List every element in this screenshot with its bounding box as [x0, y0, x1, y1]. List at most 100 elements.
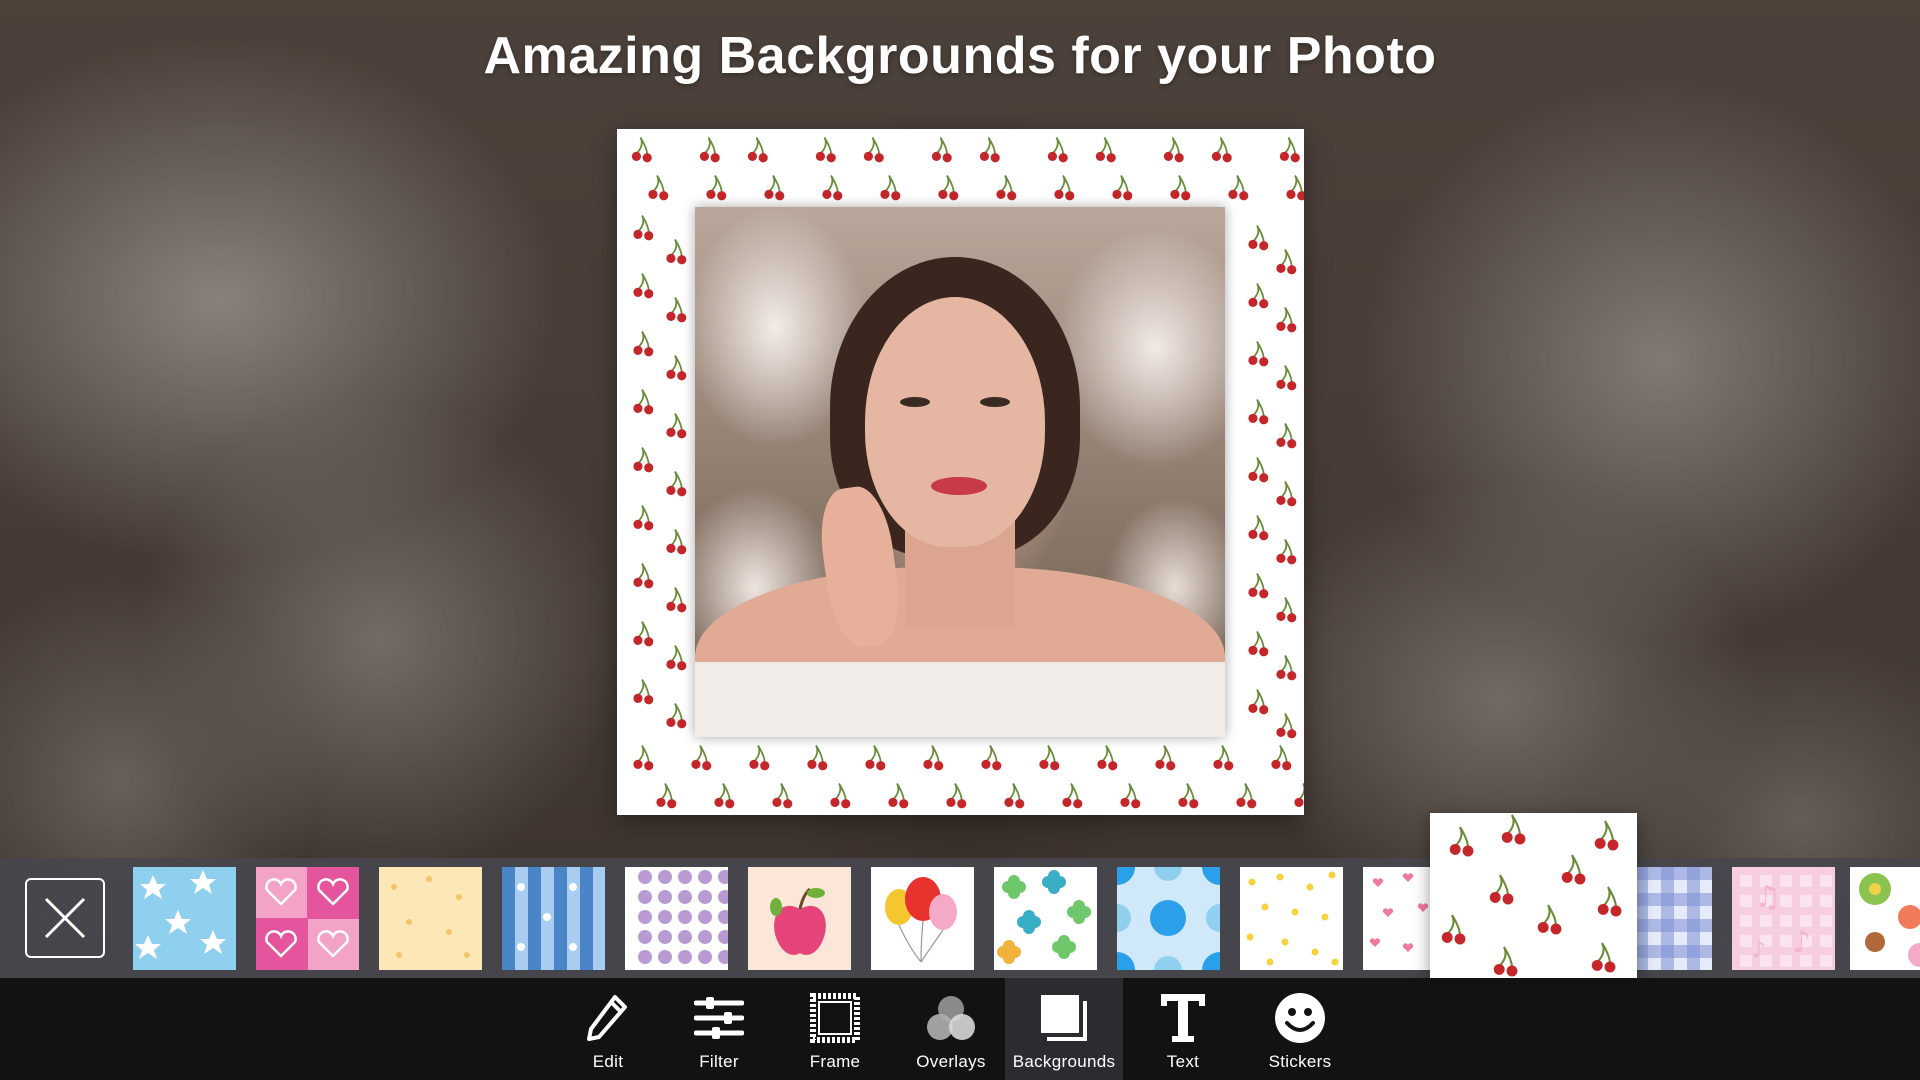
cherry-motif	[714, 783, 735, 809]
cherry-motif	[633, 447, 654, 473]
cherry-motif	[666, 239, 687, 265]
cherry-motif	[1276, 423, 1297, 449]
cherry-motif	[764, 175, 785, 201]
cherry-motif	[666, 703, 687, 729]
background-thumbnail-stars-blue[interactable]	[133, 867, 236, 970]
tool-overlays[interactable]: Overlays	[908, 978, 994, 1080]
cherry-motif	[633, 273, 654, 299]
cherry-motif	[666, 355, 687, 381]
tool-text[interactable]: Text	[1150, 978, 1216, 1080]
cherry-motif	[1276, 655, 1297, 681]
tool-filter[interactable]: Filter	[686, 978, 752, 1080]
background-thumbnail-dots-cream[interactable]	[379, 867, 482, 970]
cherry-motif	[863, 137, 884, 163]
cherry-motif	[1170, 175, 1191, 201]
cherry-motif	[631, 137, 652, 163]
background-thumbnail-buttons-floral[interactable]	[1850, 867, 1920, 970]
svg-text:♪: ♪	[1752, 938, 1766, 963]
cherry-motif	[1248, 457, 1269, 483]
tool-backgrounds[interactable]: Backgrounds	[1005, 978, 1123, 1080]
cherry-motif	[772, 783, 793, 809]
tool-frame-label: Frame	[809, 1052, 861, 1071]
cherry-motif	[1248, 515, 1269, 541]
cherry-motif	[1561, 854, 1586, 885]
cherry-motif	[633, 331, 654, 357]
portrait-photo[interactable]	[695, 207, 1225, 737]
frame-icon	[807, 990, 863, 1046]
cherry-motif	[1594, 820, 1619, 851]
tool-stickers-label: Stickers	[1268, 1052, 1332, 1071]
cherry-motif	[1276, 597, 1297, 623]
background-thumbnail-notes-pink[interactable]: ♫ ♪ ♪	[1732, 867, 1835, 970]
pencil-icon	[580, 990, 636, 1046]
tool-text-label: Text	[1166, 1052, 1200, 1071]
cherry-motif	[1163, 137, 1184, 163]
cherry-motif	[666, 645, 687, 671]
cherry-motif	[1228, 175, 1249, 201]
background-thumbnail-circles-blue[interactable]	[1117, 867, 1220, 970]
cherry-motif	[1441, 914, 1466, 945]
cherry-motif	[1248, 341, 1269, 367]
cherry-motif	[1004, 783, 1025, 809]
tool-frame[interactable]: Frame	[797, 978, 873, 1080]
background-thumbnail-stripes-blue[interactable]	[502, 867, 605, 970]
cherry-motif	[633, 563, 654, 589]
cherry-motif	[666, 471, 687, 497]
background-thumbnail-dots-yellow[interactable]	[1240, 867, 1343, 970]
photo-lips	[931, 477, 987, 495]
photo-card[interactable]	[617, 129, 1304, 815]
cherry-motif	[1062, 783, 1083, 809]
smiley-icon	[1272, 990, 1328, 1046]
sliders-icon	[691, 990, 747, 1046]
cherry-motif	[1489, 874, 1514, 905]
cherry-motif	[1276, 713, 1297, 739]
cherry-motif	[830, 783, 851, 809]
photo-eye-right	[980, 397, 1010, 407]
cherry-motif	[666, 587, 687, 613]
background-thumbnail-flowers-green[interactable]	[994, 867, 1097, 970]
cherry-motif	[633, 215, 654, 241]
cherry-motif	[666, 529, 687, 555]
cherry-motif	[946, 783, 967, 809]
cherry-motif	[747, 137, 768, 163]
cherry-motif	[1449, 826, 1474, 857]
close-button[interactable]	[25, 878, 105, 958]
cherry-motif	[633, 679, 654, 705]
svg-text:♫: ♫	[1754, 880, 1781, 915]
cherry-motif	[1120, 783, 1141, 809]
cherry-motif	[979, 137, 1000, 163]
cherry-motif	[1276, 539, 1297, 565]
cherry-motif	[1537, 904, 1562, 935]
backgrounds-icon	[1036, 990, 1092, 1046]
cherry-motif	[888, 783, 909, 809]
tool-stickers[interactable]: Stickers	[1260, 978, 1340, 1080]
cherry-motif	[1047, 137, 1068, 163]
background-thumbnail-dots-purple[interactable]	[625, 867, 728, 970]
bottom-toolbar: Edit Filter Frame Overlays Backgrounds T…	[0, 978, 1920, 1080]
cherry-motif	[931, 137, 952, 163]
background-thumbnail-apple-peach[interactable]	[748, 867, 851, 970]
background-thumbnail-balloons[interactable]	[871, 867, 974, 970]
cherry-motif	[1591, 942, 1616, 973]
cherry-motif	[1493, 946, 1518, 977]
cherry-motif	[1097, 745, 1118, 771]
close-x-icon	[44, 897, 86, 939]
tool-edit[interactable]: Edit	[575, 978, 641, 1080]
cherry-motif	[1286, 175, 1304, 201]
cherry-motif	[749, 745, 770, 771]
cherry-motif	[1236, 783, 1257, 809]
cherry-motif	[880, 175, 901, 201]
cherry-motif	[1597, 886, 1622, 917]
cherry-motif	[1248, 689, 1269, 715]
cherry-motif	[1501, 814, 1526, 845]
cherry-motif	[666, 413, 687, 439]
cherry-motif	[1213, 745, 1234, 771]
cherry-motif	[996, 175, 1017, 201]
cherry-motif	[691, 745, 712, 771]
tool-backgrounds-label: Backgrounds	[1012, 1052, 1116, 1071]
cherry-motif	[1248, 631, 1269, 657]
cherry-motif	[633, 621, 654, 647]
svg-text:♪: ♪	[1792, 925, 1811, 960]
cherry-motif	[865, 745, 886, 771]
background-thumbnail-hearts-pink[interactable]	[256, 867, 359, 970]
